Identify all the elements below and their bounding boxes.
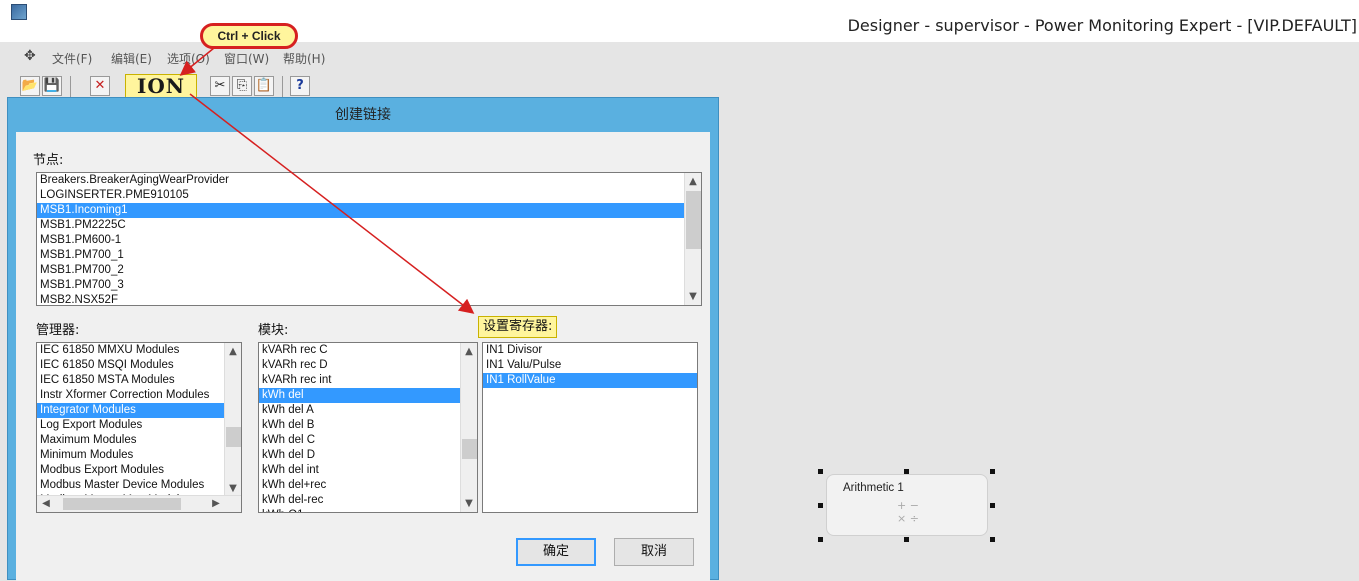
- arrow-to-ion-button: [179, 47, 215, 76]
- annotation-arrows: [179, 47, 475, 314]
- arrow-to-registers: [189, 93, 475, 314]
